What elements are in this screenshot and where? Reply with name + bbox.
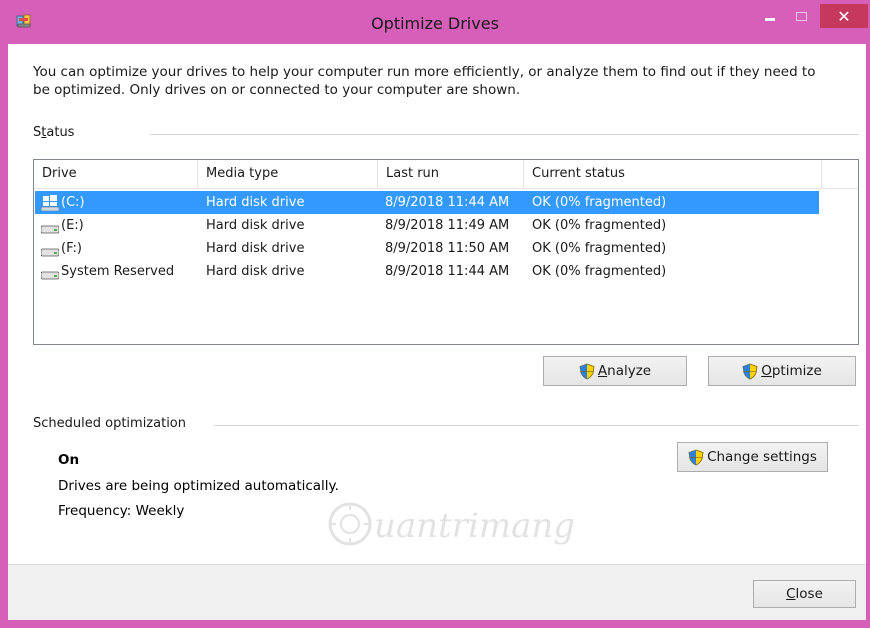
status-divider [150,134,859,135]
last-run: 8/9/2018 11:50 AM [385,241,510,256]
last-run: 8/9/2018 11:44 AM [385,195,510,210]
drive-list-header: Drive Media type Last run Current status [34,160,858,189]
media-type: Hard disk drive [206,241,305,256]
column-header-media-type[interactable]: Media type [198,160,378,188]
drive-row-c[interactable]: (C:) Hard disk drive 8/9/2018 11:44 AM O… [35,191,819,214]
maximize-button[interactable] [788,4,814,28]
dialog-client-area: You can optimize your drives to help you… [8,44,866,620]
close-icon: ✕ [837,6,851,26]
column-header-last-run[interactable]: Last run [378,160,524,188]
drive-row-system-reserved[interactable]: System Reserved Hard disk drive 8/9/2018… [35,260,819,283]
drive-row-f[interactable]: (F:) Hard disk drive 8/9/2018 11:50 AM O… [35,237,819,260]
analyze-button[interactable]: Analyze [543,356,687,386]
window-title: Optimize Drives [371,14,499,33]
title-bar[interactable]: Optimize Drives ✕ [0,0,870,44]
scheduled-optimization-label: Scheduled optimization [33,416,187,431]
media-type: Hard disk drive [206,195,305,210]
drive-name: System Reserved [61,264,175,279]
close-window-button[interactable]: ✕ [820,4,868,28]
column-header-drive[interactable]: Drive [34,160,198,188]
minimize-button[interactable] [756,4,784,28]
column-header-current-status[interactable]: Current status [524,160,822,188]
uac-shield-icon [742,363,758,379]
drive-row-e[interactable]: (E:) Hard disk drive 8/9/2018 11:49 AM O… [35,214,819,237]
hard-drive-icon [41,225,59,234]
hard-drive-icon [41,248,59,257]
media-type: Hard disk drive [206,218,305,233]
change-settings-button[interactable]: Change settings [677,442,828,472]
intro-text: You can optimize your drives to help you… [33,64,816,98]
last-run: 8/9/2018 11:44 AM [385,264,510,279]
dialog-footer [8,564,866,620]
scheduled-divider [214,425,859,426]
minimize-icon [765,17,775,21]
optimize-button[interactable]: Optimize [708,356,856,386]
hard-drive-icon [41,271,59,280]
schedule-state: On [58,452,80,468]
last-run: 8/9/2018 11:49 AM [385,218,510,233]
watermark-logo-icon [328,502,372,546]
current-status: OK (0% fragmented) [532,264,667,279]
uac-shield-icon [688,449,704,465]
schedule-frequency: Frequency: Weekly [58,503,185,519]
watermark-text: uantrimang [374,506,576,546]
drive-list[interactable]: Drive Media type Last run Current status… [33,159,859,345]
schedule-description: Drives are being optimized automatically… [58,478,339,494]
watermark: uantrimang [326,496,596,556]
current-status: OK (0% fragmented) [532,218,667,233]
optimize-drives-window: Optimize Drives ✕ You can optimize your … [0,0,870,628]
current-status: OK (0% fragmented) [532,195,667,210]
current-status: OK (0% fragmented) [532,241,667,256]
close-button[interactable]: Close [753,580,856,608]
maximize-icon [795,11,807,21]
status-section-label: Status [33,125,75,140]
windows-drive-icon [41,195,59,211]
drive-name: (F:) [61,241,82,256]
media-type: Hard disk drive [206,264,305,279]
uac-shield-icon [579,363,595,379]
drive-name: (C:) [61,195,85,210]
column-header-filler [822,160,858,188]
drive-name: (E:) [61,218,84,233]
